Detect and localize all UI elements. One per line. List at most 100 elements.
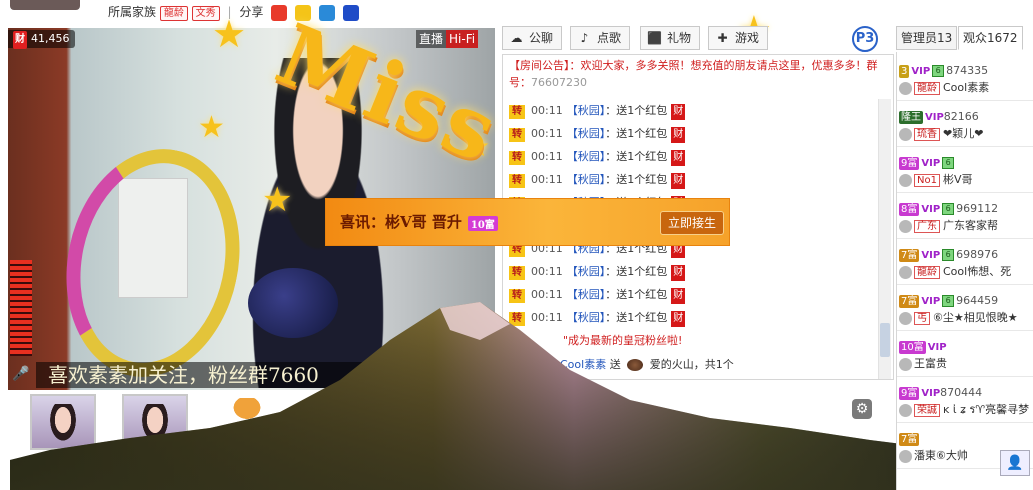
wealth-tag: 财 xyxy=(671,265,686,281)
user-id: 874335 xyxy=(946,64,989,77)
family-badge: 广东 xyxy=(914,220,940,233)
audience-item[interactable]: 10富 VIP 王富贵 xyxy=(899,338,1033,372)
vip-badge: VIP xyxy=(927,342,947,353)
audience-item[interactable]: 9富 VIP870444 荣誠 ĸ ἰ ʑ ร♈亮馨寻梦 xyxy=(899,384,1033,418)
user-name: ⑥尘★相见恨晚★ xyxy=(933,311,1018,324)
gem-badge: 6 xyxy=(942,249,955,261)
wealth-value: 41,456 xyxy=(31,32,70,45)
gem-badge: 6 xyxy=(942,157,955,169)
live-indicator: 直播 Hi-Fi xyxy=(416,30,479,48)
tab-admins[interactable]: 管理员13 xyxy=(896,26,958,50)
user-id: 870444 xyxy=(940,386,983,399)
wealth-tag: 财 xyxy=(671,104,686,120)
tab-label: 礼物 xyxy=(667,31,692,45)
chat-icon: ☁ xyxy=(510,31,523,45)
weibo-icon[interactable] xyxy=(271,4,288,21)
audience-list: 3 VIP 6 874335 龍龄 Cool素素 隆王 VIP82166 琉香 ❤颖儿❤ 9富 VIP… xyxy=(896,52,1033,490)
tab-gifts[interactable]: ⬛ 礼物 xyxy=(640,26,701,50)
family-badge: 龍龄 xyxy=(914,266,940,279)
star-icon: ★ xyxy=(198,110,225,145)
user-name: ĸ ἰ ʑ ร♈亮馨寻梦 xyxy=(943,403,1030,416)
wealth-icon: 财 xyxy=(13,31,27,49)
tab-public-chat[interactable]: ☁ 公聊 xyxy=(502,26,563,50)
header-bar: 所属家族 龍龄 文秀 | 分享 xyxy=(0,0,500,22)
message-text: ：送1个红包 xyxy=(605,265,668,278)
family-badge: 荣誠 xyxy=(914,404,940,417)
shield-icon xyxy=(899,265,912,279)
tab-label: 游戏 xyxy=(735,31,760,45)
audience-item[interactable]: 7富 VIP 6 964459 丐 ⑥尘★相见恨晚★ xyxy=(899,292,1033,326)
user-id: 964459 xyxy=(956,294,999,307)
level-badge: 9富 xyxy=(899,157,920,170)
gem-badge: 6 xyxy=(942,203,955,215)
user-tab-bar: 管理员13 观众1672 xyxy=(896,26,1030,50)
family-badge: 琉香 xyxy=(914,128,940,141)
notice-group-number: 76607230 xyxy=(531,76,587,89)
user-name: 潘東⑥大帅 xyxy=(914,449,968,462)
user-name: Cool怖想、死 xyxy=(943,265,1012,278)
wealth-tag: 财 xyxy=(671,173,686,189)
list-divider xyxy=(897,284,1033,285)
list-divider xyxy=(897,192,1033,193)
shield-icon xyxy=(899,173,912,187)
audience-item[interactable]: 7富 VIP 6 698976 龍龄 Cool怖想、死 xyxy=(899,246,1033,280)
vip-badge: VIP xyxy=(921,204,941,215)
paw-icon[interactable] xyxy=(342,4,359,21)
list-divider xyxy=(897,238,1033,239)
wealth-tag: 财 xyxy=(671,150,686,166)
shield-icon xyxy=(899,311,912,325)
list-divider xyxy=(897,422,1033,423)
user-name: Cool素素 xyxy=(943,81,990,94)
user-name: 广东客家帮 xyxy=(943,219,998,232)
anchor-avatar[interactable] xyxy=(10,0,80,10)
banner-text: 喜讯：彬V哥 晋升 10富 xyxy=(340,211,498,232)
list-divider xyxy=(897,376,1033,377)
level-badge: 7富 xyxy=(899,433,920,446)
level-badge: 8富 xyxy=(899,203,920,216)
audience-item[interactable]: 3 VIP 6 874335 龍龄 Cool素素 xyxy=(899,62,1033,96)
banner-message: 喜讯：彬V哥 晋升 xyxy=(340,213,462,231)
family-badge: 丐 xyxy=(914,312,930,325)
page-badge[interactable]: P3 xyxy=(852,26,878,52)
tab-audience[interactable]: 观众1672 xyxy=(958,26,1023,50)
level-badge: 9富 xyxy=(899,387,920,400)
banner-action-button[interactable]: 立即接生 xyxy=(660,211,724,235)
volcano-gift-animation xyxy=(10,302,950,490)
tab-song-request[interactable]: ♪ 点歌 xyxy=(570,26,631,50)
list-divider xyxy=(897,146,1033,147)
user-id: 82166 xyxy=(943,110,979,123)
audience-item[interactable]: 8富 VIP 6 969112 广东 广东客家帮 xyxy=(899,200,1033,234)
wealth-tag: 财 xyxy=(671,127,686,143)
level-badge: 7富 xyxy=(899,249,920,262)
user-id: 698976 xyxy=(956,248,999,261)
shield-icon xyxy=(899,357,912,371)
message-text: ：送1个红包 xyxy=(605,104,668,117)
tab-label: 公聊 xyxy=(529,31,554,45)
user-name: 王富贵 xyxy=(914,357,947,370)
vip-badge: VIP xyxy=(925,112,944,123)
gear-icon[interactable]: ⚙ xyxy=(852,399,872,419)
list-divider xyxy=(897,100,1033,101)
room-notice[interactable]: 【房间公告】：欢迎大家，多多关照！想充值的朋友请点这里，优惠多多！群号：7660… xyxy=(503,55,893,93)
gamepad-icon: ✚ xyxy=(717,31,728,45)
list-divider xyxy=(897,330,1033,331)
family-badge: 龍龄 xyxy=(914,82,940,95)
level-badge: 7富 xyxy=(899,295,920,308)
audience-item[interactable]: 9富 VIP 6 No1 彬V哥 xyxy=(899,154,1033,188)
vip-badge: VIP xyxy=(911,66,931,77)
vip-badge: VIP xyxy=(921,388,941,399)
chat-tab-bar: ☁ 公聊 ♪ 点歌 ⬛ 礼物 ✚ 游戏 xyxy=(502,26,892,52)
family-badge-1[interactable]: 龍龄 xyxy=(159,6,188,21)
user-name: ❤颖儿❤ xyxy=(943,127,984,140)
user-id: 969112 xyxy=(956,202,999,215)
user-list-icon[interactable]: 👤 xyxy=(1000,450,1030,476)
tab-label: 点歌 xyxy=(597,31,622,45)
tab-games[interactable]: ✚ 游戏 xyxy=(708,26,769,50)
audience-item[interactable]: 隆王 VIP82166 琉香 ❤颖儿❤ xyxy=(899,108,1033,142)
gem-badge: 6 xyxy=(942,295,955,307)
banner-level-badge: 10富 xyxy=(467,215,498,231)
hifi-label[interactable]: Hi-Fi xyxy=(446,30,479,48)
shield-icon xyxy=(899,127,912,141)
level-badge: 3 xyxy=(899,65,910,78)
vip-badge: VIP xyxy=(921,158,941,169)
